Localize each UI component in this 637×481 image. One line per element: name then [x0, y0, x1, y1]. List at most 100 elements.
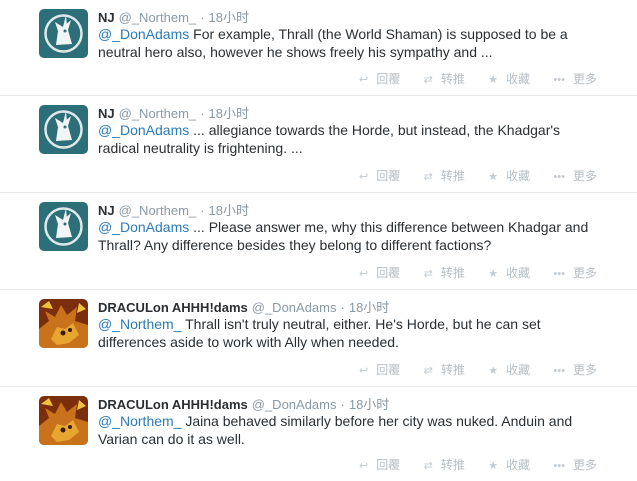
- more-icon: •••: [553, 74, 565, 86]
- favorite-button[interactable]: ★ 收藏: [488, 456, 530, 473]
- mention-link[interactable]: @_DonAdams: [98, 26, 189, 42]
- more-button[interactable]: ••• 更多: [553, 361, 597, 378]
- retweet-label: 转推: [440, 169, 465, 183]
- separator-dot: ·: [200, 10, 205, 25]
- tweet-username[interactable]: @_Northem_: [119, 106, 197, 121]
- mention-link[interactable]: @_Northem_: [98, 316, 181, 332]
- retweet-label: 转推: [440, 458, 465, 472]
- avatar[interactable]: [39, 9, 88, 58]
- reply-button[interactable]: ↩ 回覆: [359, 456, 400, 473]
- tweet-text: @_Northem_ Thrall isn't truly neutral, e…: [98, 315, 598, 351]
- retweet-button[interactable]: ⇄ 转推: [424, 456, 465, 473]
- tweet-fullname[interactable]: DRACULon AHHH!dams: [98, 397, 248, 412]
- tweet-username[interactable]: @_DonAdams: [252, 300, 337, 315]
- tweet-actions: ↩ 回覆 ⇄ 转推 ★ 收藏 ••• 更多: [339, 264, 597, 281]
- separator-dot: ·: [200, 106, 205, 121]
- favorite-label: 收藏: [506, 169, 531, 183]
- tweet-fullname[interactable]: NJ: [98, 10, 115, 25]
- tweet-text: @_DonAdams ... Please answer me, why thi…: [98, 218, 598, 254]
- separator-dot: ·: [200, 203, 205, 218]
- tweet-text: @_DonAdams ... allegiance towards the Ho…: [98, 121, 598, 157]
- more-button[interactable]: ••• 更多: [553, 167, 597, 184]
- mention-link[interactable]: @_Northem_: [98, 413, 181, 429]
- reply-icon: ↩: [359, 268, 369, 280]
- retweet-icon: ⇄: [423, 171, 433, 183]
- separator-dot: ·: [340, 300, 345, 315]
- favorite-button[interactable]: ★ 收藏: [488, 264, 530, 281]
- tweet-actions: ↩ 回覆 ⇄ 转推 ★ 收藏 ••• 更多: [339, 361, 597, 378]
- more-icon: •••: [553, 460, 565, 472]
- favorite-button[interactable]: ★ 收藏: [488, 167, 530, 184]
- mention-link[interactable]: @_DonAdams: [98, 219, 189, 235]
- tweet-header: NJ @_Northem_ · 18小时: [98, 7, 249, 26]
- tweet-header: NJ @_Northem_ · 18小时: [98, 103, 249, 122]
- reply-button[interactable]: ↩ 回覆: [359, 361, 400, 378]
- avatar[interactable]: [39, 105, 88, 154]
- favorite-button[interactable]: ★ 收藏: [488, 361, 530, 378]
- retweet-icon: ⇄: [423, 460, 433, 472]
- tweet-header: NJ @_Northem_ · 18小时: [98, 200, 249, 219]
- unicorn-avatar-icon: [39, 105, 88, 154]
- tweet-item[interactable]: DRACULon AHHH!dams @_DonAdams · 18小时 @_Nort…: [0, 290, 637, 387]
- more-button[interactable]: ••• 更多: [553, 264, 597, 281]
- favorite-label: 收藏: [506, 72, 531, 86]
- tweet-item[interactable]: NJ @_Northem_ · 18小时 @_DonAdams ... Please …: [0, 193, 637, 290]
- avatar[interactable]: [39, 299, 88, 348]
- reply-label: 回覆: [376, 72, 401, 86]
- retweet-icon: ⇄: [423, 365, 433, 377]
- tweet-timeline: NJ @_Northem_ · 18小时 @_DonAdams For example…: [0, 0, 637, 481]
- dragon-avatar-icon: [39, 396, 88, 445]
- reply-icon: ↩: [359, 74, 369, 86]
- retweet-button[interactable]: ⇄ 转推: [424, 361, 465, 378]
- tweet-timestamp[interactable]: 18小时: [349, 397, 389, 412]
- tweet-fullname[interactable]: NJ: [98, 106, 115, 121]
- more-icon: •••: [553, 365, 565, 377]
- retweet-button[interactable]: ⇄ 转推: [424, 167, 465, 184]
- favorite-button[interactable]: ★ 收藏: [488, 70, 530, 87]
- tweet-actions: ↩ 回覆 ⇄ 转推 ★ 收藏 ••• 更多: [339, 456, 597, 473]
- tweet-text: @_Northem_ Jaina behaved similarly befor…: [98, 412, 598, 448]
- tweet-timestamp[interactable]: 18小时: [208, 106, 248, 121]
- tweet-fullname[interactable]: DRACULon AHHH!dams: [98, 300, 248, 315]
- unicorn-avatar-icon: [39, 9, 88, 58]
- retweet-label: 转推: [440, 72, 465, 86]
- retweet-button[interactable]: ⇄ 转推: [424, 264, 465, 281]
- reply-icon: ↩: [359, 460, 369, 472]
- reply-label: 回覆: [376, 458, 401, 472]
- tweet-timestamp[interactable]: 18小时: [208, 10, 248, 25]
- favorite-label: 收藏: [506, 458, 531, 472]
- star-icon: ★: [488, 365, 499, 377]
- star-icon: ★: [488, 460, 499, 472]
- tweet-item[interactable]: NJ @_Northem_ · 18小时 @_DonAdams ... allegia…: [0, 96, 637, 193]
- reply-button[interactable]: ↩ 回覆: [359, 70, 400, 87]
- tweet-item[interactable]: NJ @_Northem_ · 18小时 @_DonAdams For example…: [0, 0, 637, 96]
- unicorn-avatar-icon: [39, 202, 88, 251]
- more-label: 更多: [572, 266, 597, 280]
- tweet-username[interactable]: @_Northem_: [119, 203, 197, 218]
- tweet-header: DRACULon AHHH!dams @_DonAdams · 18小时: [98, 297, 389, 316]
- tweet-username[interactable]: @_Northem_: [119, 10, 197, 25]
- reply-button[interactable]: ↩ 回覆: [359, 264, 400, 281]
- avatar[interactable]: [39, 202, 88, 251]
- more-button[interactable]: ••• 更多: [553, 70, 597, 87]
- dragon-avatar-icon: [39, 299, 88, 348]
- more-button[interactable]: ••• 更多: [553, 456, 597, 473]
- star-icon: ★: [488, 74, 499, 86]
- tweet-actions: ↩ 回覆 ⇄ 转推 ★ 收藏 ••• 更多: [339, 167, 597, 184]
- tweet-timestamp[interactable]: 18小时: [349, 300, 389, 315]
- retweet-button[interactable]: ⇄ 转推: [424, 70, 465, 87]
- more-label: 更多: [572, 363, 597, 377]
- tweet-username[interactable]: @_DonAdams: [252, 397, 337, 412]
- tweet-timestamp[interactable]: 18小时: [208, 203, 248, 218]
- tweet-item[interactable]: DRACULon AHHH!dams @_DonAdams · 18小时 @_Nort…: [0, 387, 637, 481]
- reply-button[interactable]: ↩ 回覆: [359, 167, 400, 184]
- tweet-fullname[interactable]: NJ: [98, 203, 115, 218]
- separator-dot: ·: [340, 397, 345, 412]
- more-label: 更多: [572, 458, 597, 472]
- more-label: 更多: [572, 72, 597, 86]
- mention-link[interactable]: @_DonAdams: [98, 122, 189, 138]
- tweet-actions: ↩ 回覆 ⇄ 转推 ★ 收藏 ••• 更多: [339, 70, 597, 87]
- reply-icon: ↩: [359, 171, 369, 183]
- reply-icon: ↩: [359, 365, 369, 377]
- avatar[interactable]: [39, 396, 88, 445]
